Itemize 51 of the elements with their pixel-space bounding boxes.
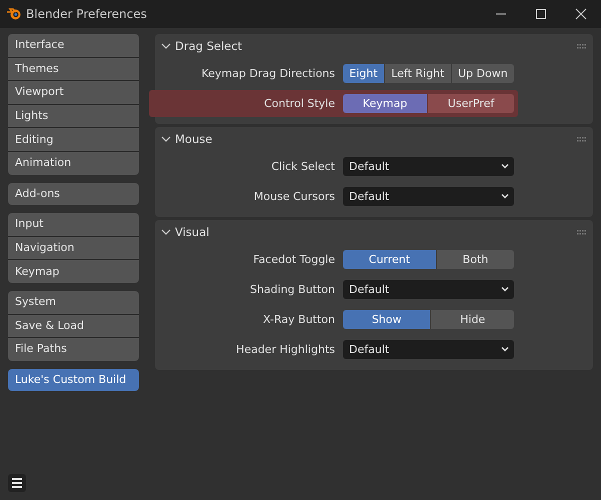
sidebar-item[interactable]: Navigation xyxy=(8,236,139,260)
window-title: Blender Preferences xyxy=(26,7,147,21)
field-label: Shading Button xyxy=(248,282,336,296)
sidebar-item[interactable]: Add-ons xyxy=(8,182,139,206)
grip-icon[interactable] xyxy=(577,136,587,142)
panel-title[interactable]: Mouse xyxy=(175,132,212,146)
field-label: X-Ray Button xyxy=(262,312,336,326)
sidebar-item[interactable]: Themes xyxy=(8,58,139,80)
sidebar-item[interactable]: File Paths xyxy=(8,338,139,361)
panel-title[interactable]: Visual xyxy=(175,225,210,239)
option-button[interactable]: Up Down xyxy=(452,64,514,82)
sidebar-item[interactable]: Save & Load xyxy=(8,314,139,338)
sidebar-item[interactable]: Input xyxy=(8,213,139,236)
option-button[interactable]: Eight xyxy=(343,64,384,82)
option-button[interactable]: Both xyxy=(436,250,514,268)
chevron-down-icon xyxy=(501,346,509,352)
panel-title[interactable]: Drag Select xyxy=(175,39,242,53)
sidebar-item[interactable]: Animation xyxy=(8,152,139,175)
grip-icon[interactable] xyxy=(577,43,587,49)
dropdown[interactable]: Default xyxy=(343,156,514,176)
chevron-down-icon xyxy=(501,286,509,292)
field-label: Keymap Drag Directions xyxy=(200,66,336,80)
dropdown[interactable]: Default xyxy=(343,280,514,298)
sidebar-item[interactable]: Luke's Custom Build xyxy=(8,368,139,392)
dropdown[interactable]: Default xyxy=(343,186,514,206)
sidebar-item[interactable]: Interface xyxy=(8,34,139,57)
field-label: Facedot Toggle xyxy=(252,252,336,266)
app-logo-icon xyxy=(6,7,22,21)
sidebar-item[interactable]: Viewport xyxy=(8,81,139,104)
chevron-down-icon[interactable] xyxy=(161,228,171,236)
sidebar-item[interactable]: Keymap xyxy=(8,260,139,283)
chevron-down-icon[interactable] xyxy=(161,135,171,143)
chevron-down-icon xyxy=(501,193,509,199)
option-button[interactable]: Left Right xyxy=(384,64,451,82)
option-button[interactable]: UserPref xyxy=(428,94,514,112)
grip-icon[interactable] xyxy=(577,229,587,235)
option-button[interactable]: Hide xyxy=(431,310,514,328)
chevron-down-icon xyxy=(501,163,509,169)
sidebar-item[interactable]: System xyxy=(8,290,139,314)
field-label: Mouse Cursors xyxy=(252,190,336,202)
sidebar-item[interactable]: Lights xyxy=(8,104,139,128)
option-button[interactable]: Show xyxy=(343,310,430,328)
field-label: Click Select xyxy=(270,160,336,172)
field-label: Header Highlights xyxy=(235,342,336,356)
option-button[interactable]: Keymap xyxy=(343,94,427,112)
menu-icon[interactable] xyxy=(8,474,26,492)
option-button[interactable]: Current xyxy=(343,250,436,268)
field-label: Control Style xyxy=(263,96,336,110)
dropdown[interactable]: Default xyxy=(343,340,514,358)
sidebar-item[interactable]: Editing xyxy=(8,128,139,151)
chevron-down-icon[interactable] xyxy=(161,42,171,50)
